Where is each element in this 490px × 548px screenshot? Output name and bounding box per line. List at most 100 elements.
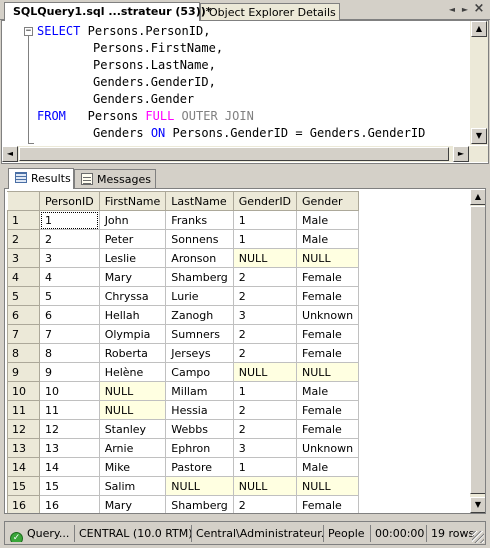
cell-personid[interactable]: 15 (39, 476, 100, 496)
cell-gender[interactable]: NULL (296, 248, 360, 268)
tab-results[interactable]: Results (8, 168, 74, 189)
grid-vertical-scroll-thumb[interactable] (470, 206, 485, 494)
cell-firstname[interactable]: Stanley (98, 419, 167, 439)
cell-lastname[interactable]: Aronson (165, 248, 234, 268)
cell-gender[interactable]: Female (296, 324, 360, 344)
table-row[interactable]: 7 7 Olympia Sumners 2 Female (7, 324, 360, 344)
cell-genderid[interactable]: 2 (232, 286, 298, 306)
cell-personid[interactable]: 11 (39, 400, 100, 420)
cell-firstname[interactable]: NULL (98, 381, 167, 401)
table-row[interactable]: 14 14 Mike Pastore 1 Male (7, 457, 360, 477)
cell-genderid[interactable]: 1 (232, 381, 298, 401)
table-row[interactable]: 12 12 Stanley Webbs 2 Female (7, 419, 360, 439)
table-row[interactable]: 8 8 Roberta Jerseys 2 Female (7, 343, 360, 363)
cell-genderid[interactable]: 2 (232, 419, 298, 439)
row-number[interactable]: 3 (7, 248, 40, 268)
cell-genderid[interactable]: 3 (232, 438, 298, 458)
cell-firstname[interactable]: NULL (98, 400, 167, 420)
row-number[interactable]: 12 (7, 419, 40, 439)
cell-personid[interactable]: 9 (39, 362, 100, 382)
cell-personid[interactable]: 4 (39, 267, 100, 287)
cell-lastname[interactable]: Campo (165, 362, 234, 382)
cell-genderid[interactable]: 1 (232, 210, 298, 230)
select-all-corner[interactable] (7, 191, 40, 211)
row-number[interactable]: 14 (7, 457, 40, 477)
row-number[interactable]: 15 (7, 476, 40, 496)
cell-gender[interactable]: Female (296, 400, 360, 420)
scroll-down-icon[interactable]: ▼ (471, 128, 487, 144)
table-row[interactable]: 10 10 NULL Millam 1 Male (7, 381, 360, 401)
cell-firstname[interactable]: Helène (98, 362, 167, 382)
cell-personid[interactable]: 12 (39, 419, 100, 439)
grid-scroll-up-icon[interactable]: ▲ (470, 189, 485, 205)
cell-lastname[interactable]: NULL (165, 476, 234, 496)
row-number[interactable]: 13 (7, 438, 40, 458)
cell-firstname[interactable]: Salim (98, 476, 167, 496)
cell-lastname[interactable]: Jerseys (165, 343, 234, 363)
tab-scroll-left-icon[interactable]: ◄ (446, 4, 458, 16)
cell-gender[interactable]: Male (296, 457, 360, 477)
horizontal-scroll-thumb[interactable] (19, 147, 449, 161)
cell-genderid[interactable]: 1 (232, 457, 298, 477)
cell-personid[interactable]: 8 (39, 343, 100, 363)
row-number[interactable]: 7 (7, 324, 40, 344)
cell-lastname[interactable]: Sumners (165, 324, 234, 344)
cell-gender[interactable]: NULL (296, 362, 360, 382)
tab-scroll-right-icon[interactable]: ► (459, 4, 471, 16)
table-row[interactable]: 5 5 Chryssa Lurie 2 Female (7, 286, 360, 306)
row-number[interactable]: 4 (7, 267, 40, 287)
cell-lastname[interactable]: Millam (165, 381, 234, 401)
cell-gender[interactable]: Female (296, 419, 360, 439)
row-number[interactable]: 16 (7, 495, 40, 513)
cell-firstname[interactable]: Roberta (98, 343, 167, 363)
cell-personid[interactable]: 3 (39, 248, 100, 268)
cell-firstname[interactable]: Mary (98, 495, 167, 513)
cell-lastname[interactable]: Ephron (165, 438, 234, 458)
row-number[interactable]: 2 (7, 229, 40, 249)
cell-genderid[interactable]: 2 (232, 267, 298, 287)
table-row[interactable]: 15 15 Salim NULL NULL NULL (7, 476, 360, 496)
cell-gender[interactable]: Male (296, 381, 360, 401)
cell-gender[interactable]: Female (296, 343, 360, 363)
cell-firstname[interactable]: Olympia (98, 324, 167, 344)
column-header-gender[interactable]: Gender (296, 191, 360, 211)
collapse-outline-icon[interactable]: − (24, 27, 33, 36)
table-row[interactable]: 9 9 Helène Campo NULL NULL (7, 362, 360, 382)
row-number[interactable]: 1 (7, 210, 40, 230)
row-number[interactable]: 5 (7, 286, 40, 306)
cell-personid[interactable]: 6 (39, 305, 100, 325)
scroll-right-icon[interactable]: ► (453, 146, 469, 162)
tab-messages[interactable]: Messages (74, 169, 156, 188)
cell-gender[interactable]: Unknown (296, 438, 360, 458)
row-number[interactable]: 11 (7, 400, 40, 420)
cell-lastname[interactable]: Zanogh (165, 305, 234, 325)
results-grid[interactable]: PersonID FirstName LastName GenderID Gen… (4, 188, 486, 514)
cell-personid[interactable]: 13 (39, 438, 100, 458)
cell-lastname[interactable]: Pastore (165, 457, 234, 477)
cell-gender[interactable]: Female (296, 286, 360, 306)
cell-firstname[interactable]: Mike (98, 457, 167, 477)
cell-gender[interactable]: Female (296, 495, 360, 513)
tab-object-explorer-details[interactable]: Object Explorer Details (200, 3, 340, 20)
cell-genderid[interactable]: 1 (232, 229, 298, 249)
grid-vertical-scrollbar[interactable]: ▲ ▼ (470, 189, 485, 513)
cell-genderid[interactable]: NULL (232, 362, 298, 382)
table-row[interactable]: 11 11 NULL Hessia 2 Female (7, 400, 360, 420)
cell-personid[interactable]: 10 (39, 381, 100, 401)
resize-grip-icon[interactable] (472, 531, 484, 543)
cell-genderid[interactable]: 2 (232, 324, 298, 344)
row-number[interactable]: 8 (7, 343, 40, 363)
cell-personid[interactable]: 14 (39, 457, 100, 477)
cell-genderid[interactable]: 2 (232, 495, 298, 513)
cell-gender[interactable]: Female (296, 267, 360, 287)
query-editor[interactable]: − SELECT Persons.PersonID, Persons.First… (1, 20, 489, 164)
row-number[interactable]: 6 (7, 305, 40, 325)
cell-personid[interactable]: 1 (39, 210, 100, 230)
grid-scroll-down-icon[interactable]: ▼ (470, 497, 485, 513)
scroll-left-icon[interactable]: ◄ (2, 146, 18, 162)
cell-firstname[interactable]: Chryssa (98, 286, 167, 306)
cell-personid[interactable]: 2 (39, 229, 100, 249)
table-row[interactable]: 16 16 Mary Shamberg 2 Female (7, 495, 360, 513)
cell-firstname[interactable]: Mary (98, 267, 167, 287)
table-row[interactable]: 2 2 Peter Sonnens 1 Male (7, 229, 360, 249)
